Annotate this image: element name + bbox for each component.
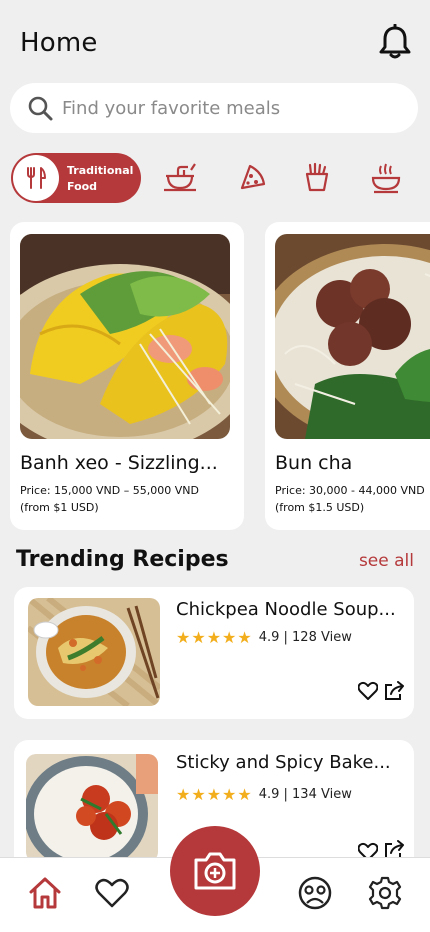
- recipe-image: [28, 598, 160, 706]
- settings-icon[interactable]: [368, 876, 402, 910]
- cutlery-icon: [13, 155, 59, 201]
- price-usd: (from $1 USD): [20, 501, 99, 514]
- price-vnd: Price: 30,000 - 44,000 VND: [275, 484, 425, 497]
- share-icon[interactable]: [384, 681, 406, 701]
- bowl-icon[interactable]: [164, 162, 198, 194]
- featured-title: Banh xeo - Sizzling...: [20, 452, 218, 474]
- fries-icon[interactable]: [303, 162, 337, 194]
- featured-card[interactable]: Banh xeo - Sizzling... Price: 15,000 VND…: [10, 222, 244, 530]
- star-icons: ★★★★★: [176, 784, 253, 804]
- category-traditional-food[interactable]: Traditional Food: [11, 153, 141, 203]
- favorites-icon[interactable]: [95, 876, 129, 910]
- recipe-card[interactable]: Chickpea Noodle Soup... ★★★★★ 4.9 | 128 …: [14, 587, 414, 719]
- search-icon: [28, 96, 53, 121]
- category-bar: Traditional Food: [0, 150, 430, 208]
- recipe-rating: ★★★★★ 4.9 | 134 View: [176, 784, 352, 804]
- profile-icon[interactable]: [298, 876, 332, 910]
- home-icon[interactable]: [28, 876, 62, 910]
- featured-title: Bun cha: [275, 452, 353, 474]
- price-usd: (from $1.5 USD): [275, 501, 365, 514]
- category-label: Traditional Food: [67, 164, 134, 193]
- star-icons: ★★★★★: [176, 627, 253, 647]
- bell-icon[interactable]: [378, 23, 412, 60]
- camera-button[interactable]: [170, 826, 260, 916]
- pizza-icon[interactable]: [238, 162, 272, 194]
- page-title: Home: [20, 28, 98, 58]
- price-vnd: Price: 15,000 VND – 55,000 VND: [20, 484, 199, 497]
- rating-text: 4.9 | 128 View: [258, 629, 352, 645]
- featured-price: Price: 30,000 - 44,000 VND (from $1.5 US…: [275, 482, 430, 516]
- recipe-title: Chickpea Noodle Soup...: [176, 599, 396, 620]
- food-image: [275, 234, 430, 439]
- featured-card[interactable]: Bun cha Price: 30,000 - 44,000 VND (from…: [265, 222, 430, 530]
- search-bar[interactable]: [10, 83, 418, 133]
- search-input[interactable]: [62, 83, 402, 133]
- see-all-link[interactable]: see all: [359, 551, 414, 571]
- rating-text: 4.9 | 134 View: [258, 786, 352, 802]
- food-image: [20, 234, 230, 439]
- ramen-icon[interactable]: [370, 162, 404, 194]
- camera-icon: [194, 852, 236, 890]
- featured-price: Price: 15,000 VND – 55,000 VND (from $1 …: [20, 482, 230, 516]
- recipe-rating: ★★★★★ 4.9 | 128 View: [176, 627, 352, 647]
- featured-carousel[interactable]: Banh xeo - Sizzling... Price: 15,000 VND…: [0, 222, 430, 532]
- header: Home: [0, 0, 430, 80]
- section-title: Trending Recipes: [16, 547, 229, 572]
- recipe-image: [26, 754, 158, 862]
- recipe-title: Sticky and Spicy Bake...: [176, 752, 391, 773]
- heart-icon[interactable]: [357, 681, 379, 701]
